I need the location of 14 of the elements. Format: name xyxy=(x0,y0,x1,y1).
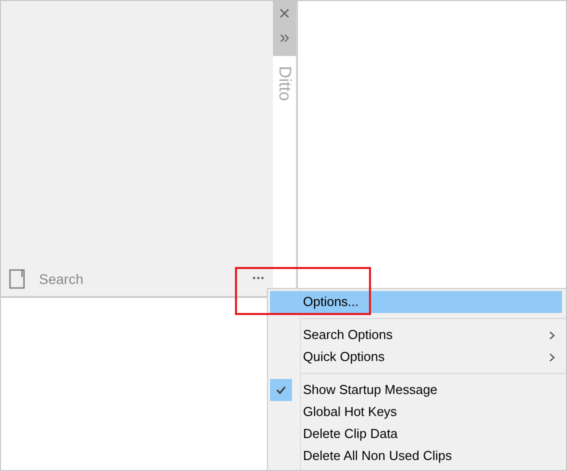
window-title: Ditto xyxy=(274,66,296,101)
menu-item[interactable]: Delete Clip Data xyxy=(270,423,562,445)
more-button[interactable]: ••• xyxy=(250,272,267,286)
menu-item[interactable]: Quick Options xyxy=(270,346,562,368)
chevron-right-icon xyxy=(549,352,555,362)
menu-item[interactable]: Delete All Non Used Clips xyxy=(270,445,562,467)
note-icon xyxy=(9,269,25,289)
menu-item[interactable]: Global Hot Keys xyxy=(270,401,562,423)
search-field[interactable]: Search xyxy=(39,268,189,290)
menu-item[interactable]: Options... xyxy=(270,291,562,313)
menu-item[interactable]: Search Options xyxy=(270,324,562,346)
chevron-right-icon xyxy=(549,330,555,340)
menu-item[interactable]: Show Startup Message xyxy=(270,379,562,401)
checkmark-icon xyxy=(270,379,292,401)
